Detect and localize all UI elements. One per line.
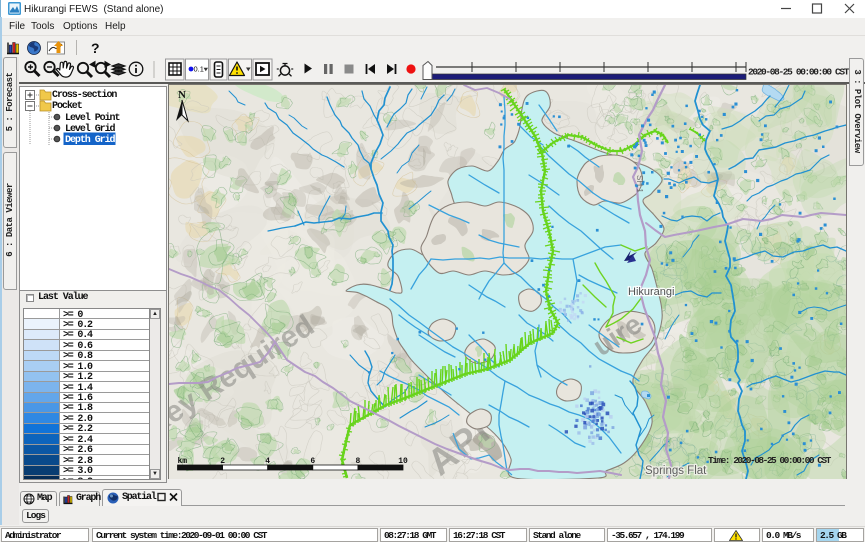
svg-text:4: 4 [265, 457, 270, 466]
svg-text:6: 6 [310, 457, 315, 466]
svg-text:Hikurangi: Hikurangi [628, 286, 674, 298]
svg-text:km: km [178, 457, 188, 466]
svg-text:Time: 2020-08-25 00:00:00 CST: Time: 2020-08-25 00:00:00 CST [708, 455, 832, 466]
svg-text:SH 1: SH 1 [635, 175, 644, 193]
svg-text:2: 2 [220, 457, 225, 466]
svg-text:?: ? [91, 40, 100, 56]
svg-text:8: 8 [355, 457, 360, 466]
svg-text:2020-08-25 00:00:00 CST: 2020-08-25 00:00:00 CST [748, 67, 850, 78]
svg-text:N: N [178, 89, 186, 101]
svg-text:0.1: 0.1 [194, 65, 204, 74]
svg-text:Springs Flat: Springs Flat [645, 465, 707, 477]
svg-text:10: 10 [398, 457, 408, 466]
